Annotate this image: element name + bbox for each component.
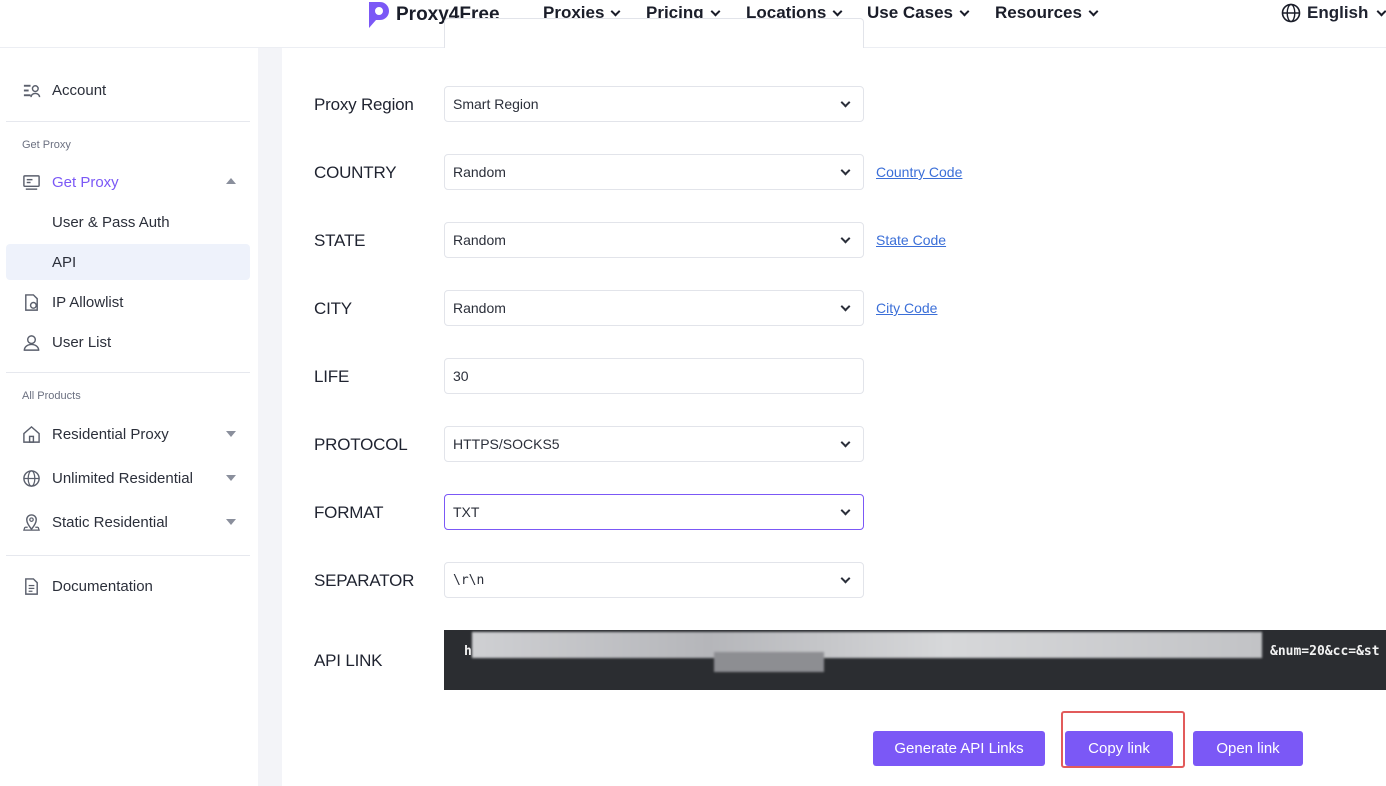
caret-up-icon — [226, 178, 236, 184]
chevron-down-icon — [840, 505, 851, 516]
sidebar-item-label: Unlimited Residential — [52, 469, 193, 487]
sidebar-item-api[interactable]: API — [6, 244, 250, 280]
chevron-down-icon — [840, 165, 851, 176]
sidebar-divider — [6, 372, 250, 373]
city-code-link[interactable]: City Code — [876, 300, 937, 316]
chevron-down-icon — [840, 233, 851, 244]
select-city[interactable]: Random — [444, 290, 864, 326]
label-state: STATE — [314, 231, 366, 250]
label-format: FORMAT — [314, 503, 384, 522]
get-proxy-icon — [23, 174, 40, 190]
api-link-prefix: h — [464, 644, 472, 659]
country-code-link[interactable]: Country Code — [876, 164, 962, 180]
brand-logo-icon — [369, 2, 389, 28]
highlight-box — [1061, 711, 1185, 768]
select-state[interactable]: Random — [444, 222, 864, 258]
sidebar-item-static-residential[interactable]: Static Residential — [6, 504, 250, 540]
sidebar-section-get-proxy: Get Proxy — [22, 139, 71, 151]
language-label: English — [1307, 3, 1369, 22]
chevron-down-icon — [959, 6, 970, 16]
redacted-region — [472, 632, 1262, 658]
sidebar-item-get-proxy[interactable]: Get Proxy — [6, 164, 250, 200]
globe-icon — [1281, 3, 1301, 23]
sidebar-item-user-pass-auth[interactable]: User & Pass Auth — [6, 204, 250, 240]
select-value: HTTPS/SOCKS5 — [453, 436, 560, 452]
caret-down-icon — [226, 519, 236, 525]
state-code-link[interactable]: State Code — [876, 232, 946, 248]
language-selector[interactable]: English — [1281, 3, 1386, 23]
document-icon — [25, 577, 38, 595]
chevron-down-icon — [840, 437, 851, 448]
open-link-button[interactable]: Open link — [1193, 731, 1303, 766]
chevron-down-icon — [840, 301, 851, 312]
generate-api-links-button[interactable]: Generate API Links — [873, 731, 1045, 766]
redacted-region — [714, 652, 824, 672]
sidebar-item-label: API — [52, 253, 77, 271]
sidebar: Account Get Proxy Get Proxy User & Pass … — [0, 48, 258, 786]
sidebar-item-label: User & Pass Auth — [52, 213, 170, 231]
nav-resources-label: Resources — [995, 3, 1082, 22]
caret-down-icon — [226, 431, 236, 437]
sidebar-item-label: User List — [52, 333, 112, 351]
sidebar-item-residential-proxy[interactable]: Residential Proxy — [6, 416, 250, 452]
select-value: Random — [453, 232, 506, 248]
select-value: \r\n — [453, 572, 485, 588]
label-api-link: API LINK — [314, 651, 383, 670]
sidebar-item-label: Documentation — [52, 577, 153, 595]
sidebar-item-unlimited-residential[interactable]: Unlimited Residential — [6, 460, 250, 496]
api-link-tail: &num=20&cc=&st — [1270, 644, 1380, 659]
user-icon — [23, 334, 40, 351]
label-protocol: PROTOCOL — [314, 435, 408, 454]
home-icon — [23, 425, 40, 443]
sidebar-section-all-products: All Products — [22, 390, 81, 402]
sidebar-item-documentation[interactable]: Documentation — [6, 568, 250, 604]
chevron-down-icon — [1376, 6, 1386, 16]
chevron-down-icon — [832, 6, 843, 16]
sidebar-item-label: Residential Proxy — [52, 425, 169, 443]
chevron-down-icon — [710, 6, 721, 16]
sidebar-item-label: Static Residential — [52, 513, 168, 531]
sidebar-item-account[interactable]: Account — [6, 72, 250, 108]
sidebar-divider — [6, 121, 250, 122]
select-value: Smart Region — [453, 96, 539, 112]
sidebar-item-ip-allowlist[interactable]: IP Allowlist — [6, 284, 250, 320]
nav-use-cases-label: Use Cases — [867, 3, 954, 22]
input-value: 30 — [453, 368, 469, 384]
chevron-down-icon — [1088, 6, 1099, 16]
globe-icon — [23, 469, 40, 487]
ip-allowlist-icon — [25, 293, 38, 311]
select-value: Random — [453, 164, 506, 180]
chevron-down-icon — [840, 573, 851, 584]
select-format[interactable]: TXT — [444, 494, 864, 530]
label-life: LIFE — [314, 367, 350, 386]
life-input[interactable]: 30 — [444, 358, 864, 394]
select-separator[interactable]: \r\n — [444, 562, 864, 598]
sidebar-divider — [6, 555, 250, 556]
label-city: CITY — [314, 299, 352, 318]
select-proxy-region[interactable]: Smart Region — [444, 86, 864, 122]
scroll-mask — [282, 48, 1386, 54]
select-protocol[interactable]: HTTPS/SOCKS5 — [444, 426, 864, 462]
label-proxy-region: Proxy Region — [314, 95, 414, 114]
location-pin-icon — [23, 513, 40, 531]
sidebar-item-label: Account — [52, 81, 107, 99]
select-country[interactable]: Random — [444, 154, 864, 190]
chevron-down-icon — [610, 6, 621, 16]
chevron-down-icon — [840, 97, 851, 108]
content-gutter — [258, 48, 282, 786]
select-value: TXT — [453, 504, 480, 520]
label-country: COUNTRY — [314, 163, 397, 182]
nav-resources[interactable]: Resources — [995, 3, 1099, 23]
nav-use-cases[interactable]: Use Cases — [867, 3, 970, 23]
sidebar-item-user-list[interactable]: User List — [6, 324, 250, 360]
api-link-box[interactable]: h &num=20&cc=&st — [444, 630, 1386, 690]
sidebar-item-label: Get Proxy — [52, 173, 119, 191]
caret-down-icon — [226, 475, 236, 481]
label-separator: SEPARATOR — [314, 571, 415, 590]
sidebar-item-label: IP Allowlist — [52, 293, 124, 311]
select-value: Random — [453, 300, 506, 316]
account-icon — [23, 84, 41, 97]
